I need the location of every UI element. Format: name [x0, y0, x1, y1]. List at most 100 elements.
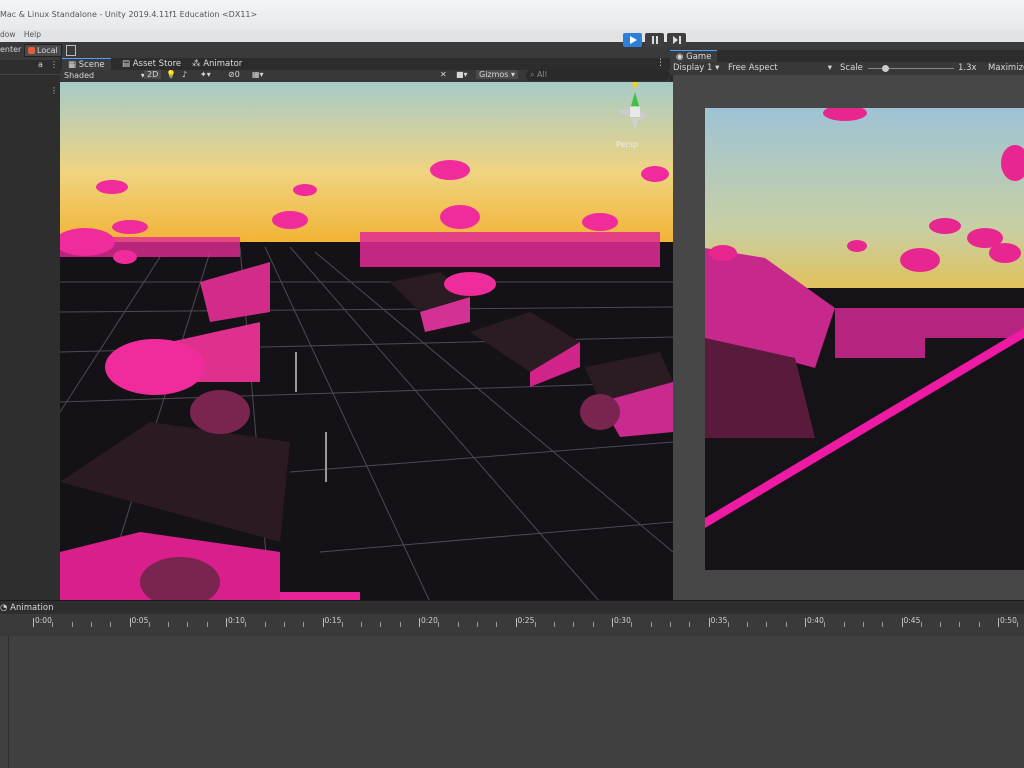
timeline-major-tick	[226, 618, 227, 627]
camera-icon[interactable]: ■▾	[456, 70, 468, 79]
panel-menu-icon[interactable]: ⋮	[50, 86, 58, 95]
timeline-major-tick	[322, 618, 324, 627]
game-toolbar: Display 1 ▾ Free Aspect ▾ Scale 1.3x Max…	[670, 62, 1024, 75]
tab-animator[interactable]: ⁂ Animator	[186, 58, 248, 70]
2d-toggle[interactable]: 2D	[144, 70, 162, 79]
aspect-dropdown[interactable]: Free Aspect ▾	[728, 63, 832, 73]
timeline-major-tick	[129, 618, 131, 627]
audio-icon[interactable]: ♪	[182, 70, 187, 79]
window-title-bar: Mac & Linux Standalone - Unity 2019.4.11…	[0, 0, 1024, 30]
timeline-minor-tick	[747, 622, 749, 627]
scene-toolbar: Shaded ▾ 2D 💡 ♪ ✦▾ ⊘0 ▦▾ ✕ ■▾ Gizmos ▾ ⌕…	[60, 70, 670, 82]
timeline-minor-tick	[669, 622, 671, 627]
timeline-major-tick	[612, 618, 613, 627]
lighting-icon[interactable]: 💡	[166, 70, 176, 79]
animator-icon: ⁂	[192, 59, 201, 69]
pause-button[interactable]	[645, 33, 664, 47]
scene-search-input[interactable]: ⌕ All	[526, 70, 670, 81]
hidden-objects-icon[interactable]: ⊘0	[228, 70, 240, 79]
effects-icon[interactable]: ✦▾	[200, 70, 211, 79]
game-viewport[interactable]	[705, 108, 1024, 570]
timeline-major-tick	[901, 618, 903, 627]
timeline-minor-tick	[824, 622, 826, 627]
scale-slider-thumb[interactable]	[882, 65, 890, 72]
timeline-minor-tick	[168, 622, 170, 627]
timeline-major-tick	[805, 618, 806, 627]
timeline-minor-tick	[882, 622, 884, 627]
timeline-major-tick	[515, 618, 517, 627]
scale-slider[interactable]	[868, 65, 954, 72]
timeline-minor-tick	[631, 622, 633, 627]
scene-more-icon[interactable]: ⋮	[656, 58, 665, 68]
timeline-major-tick	[998, 618, 999, 627]
menu-item-window[interactable]: dow	[0, 30, 15, 39]
hierarchy-panel-edge: a ⋮ ⋮	[0, 60, 61, 600]
display-dropdown[interactable]: Display 1 ▾	[673, 63, 719, 73]
grid-icon: ▦	[68, 60, 77, 70]
timeline-minor-tick	[245, 622, 247, 627]
timeline-minor-tick	[283, 622, 285, 627]
timeline-minor-tick	[380, 622, 382, 627]
scene-viewport[interactable]: Persp	[60, 82, 673, 602]
chevron-down-icon: ▾	[827, 63, 832, 73]
tab-asset-store[interactable]: ▤ Asset Store	[116, 58, 187, 70]
scene-tab-bar: ▦ Scene ▤ Asset Store ⁂ Animator ⋮	[60, 58, 670, 71]
timeline-major-tick	[708, 618, 710, 627]
gizmos-dropdown[interactable]: Gizmos ▾	[476, 70, 519, 79]
animation-body	[0, 636, 1024, 768]
timeline-minor-tick	[187, 622, 189, 627]
cube-icon	[28, 47, 35, 54]
timeline-time-label: 0:30	[614, 616, 631, 625]
local-label: Local	[37, 46, 58, 55]
shading-mode-dropdown[interactable]: Shaded ▾	[64, 71, 145, 80]
timeline-time-label: 0:40	[807, 616, 824, 625]
menu-item-help[interactable]: Help	[24, 30, 41, 39]
game-render	[705, 108, 1024, 570]
timeline-time-label: 0:50	[1000, 616, 1017, 625]
timeline-minor-tick	[843, 622, 845, 627]
timeline-minor-tick	[978, 622, 980, 627]
projection-label[interactable]: Persp	[616, 140, 638, 149]
timeline-minor-tick	[341, 622, 343, 627]
timeline-minor-tick	[573, 622, 575, 627]
play-icon	[629, 36, 637, 44]
grid-snap-icon[interactable]	[66, 45, 76, 56]
timeline-minor-tick	[399, 622, 401, 627]
timeline-time-label: 0:35	[710, 616, 728, 625]
divider	[8, 636, 9, 768]
lock-icon[interactable]: a	[38, 60, 43, 69]
timeline-minor-tick	[689, 622, 691, 627]
timeline-minor-tick	[206, 622, 208, 627]
local-global-toggle[interactable]: Local	[24, 44, 62, 57]
timeline-minor-tick	[920, 622, 922, 627]
maximize-toggle[interactable]: Maximize	[988, 63, 1024, 73]
chevron-down-icon: ▾	[715, 63, 720, 73]
timeline-major-tick	[419, 618, 420, 627]
pivot-center-toggle[interactable]: enter	[0, 45, 21, 54]
timeline-minor-tick	[727, 622, 729, 627]
timeline-minor-tick	[361, 622, 363, 627]
chevron-down-icon: ▾	[511, 70, 516, 79]
timeline-minor-tick	[959, 622, 961, 627]
timeline-time-label: 0:15	[324, 616, 342, 625]
curb-strip	[280, 592, 360, 600]
timeline-time-label: 0:45	[903, 616, 921, 625]
timeline-minor-tick	[592, 622, 594, 627]
timeline-time-label: 0:05	[131, 616, 149, 625]
search-icon: ⌕	[530, 70, 535, 79]
timeline-time-label: 0:10	[228, 616, 245, 625]
more-menu-icon[interactable]: ⋮	[50, 60, 58, 69]
scale-label: Scale	[840, 63, 863, 73]
timeline-time-label: 0:25	[517, 616, 535, 625]
tools-icon[interactable]: ✕	[440, 70, 447, 79]
step-button[interactable]	[667, 33, 686, 47]
timeline-minor-tick	[110, 622, 112, 627]
step-icon	[672, 36, 681, 44]
timeline-time-label: 0:20	[421, 616, 438, 625]
play-button[interactable]	[623, 33, 642, 47]
tab-animation[interactable]: ◔ Animation	[0, 603, 53, 613]
timeline-minor-tick	[534, 622, 536, 627]
timeline-minor-tick	[457, 622, 459, 627]
grid-toggle-icon[interactable]: ▦▾	[252, 70, 264, 79]
animation-timeline-ruler[interactable]: 0:00 0:05 0:10 0:15 0:20 0:25 0:30 0:35 0:40 0:45…	[0, 614, 1024, 636]
